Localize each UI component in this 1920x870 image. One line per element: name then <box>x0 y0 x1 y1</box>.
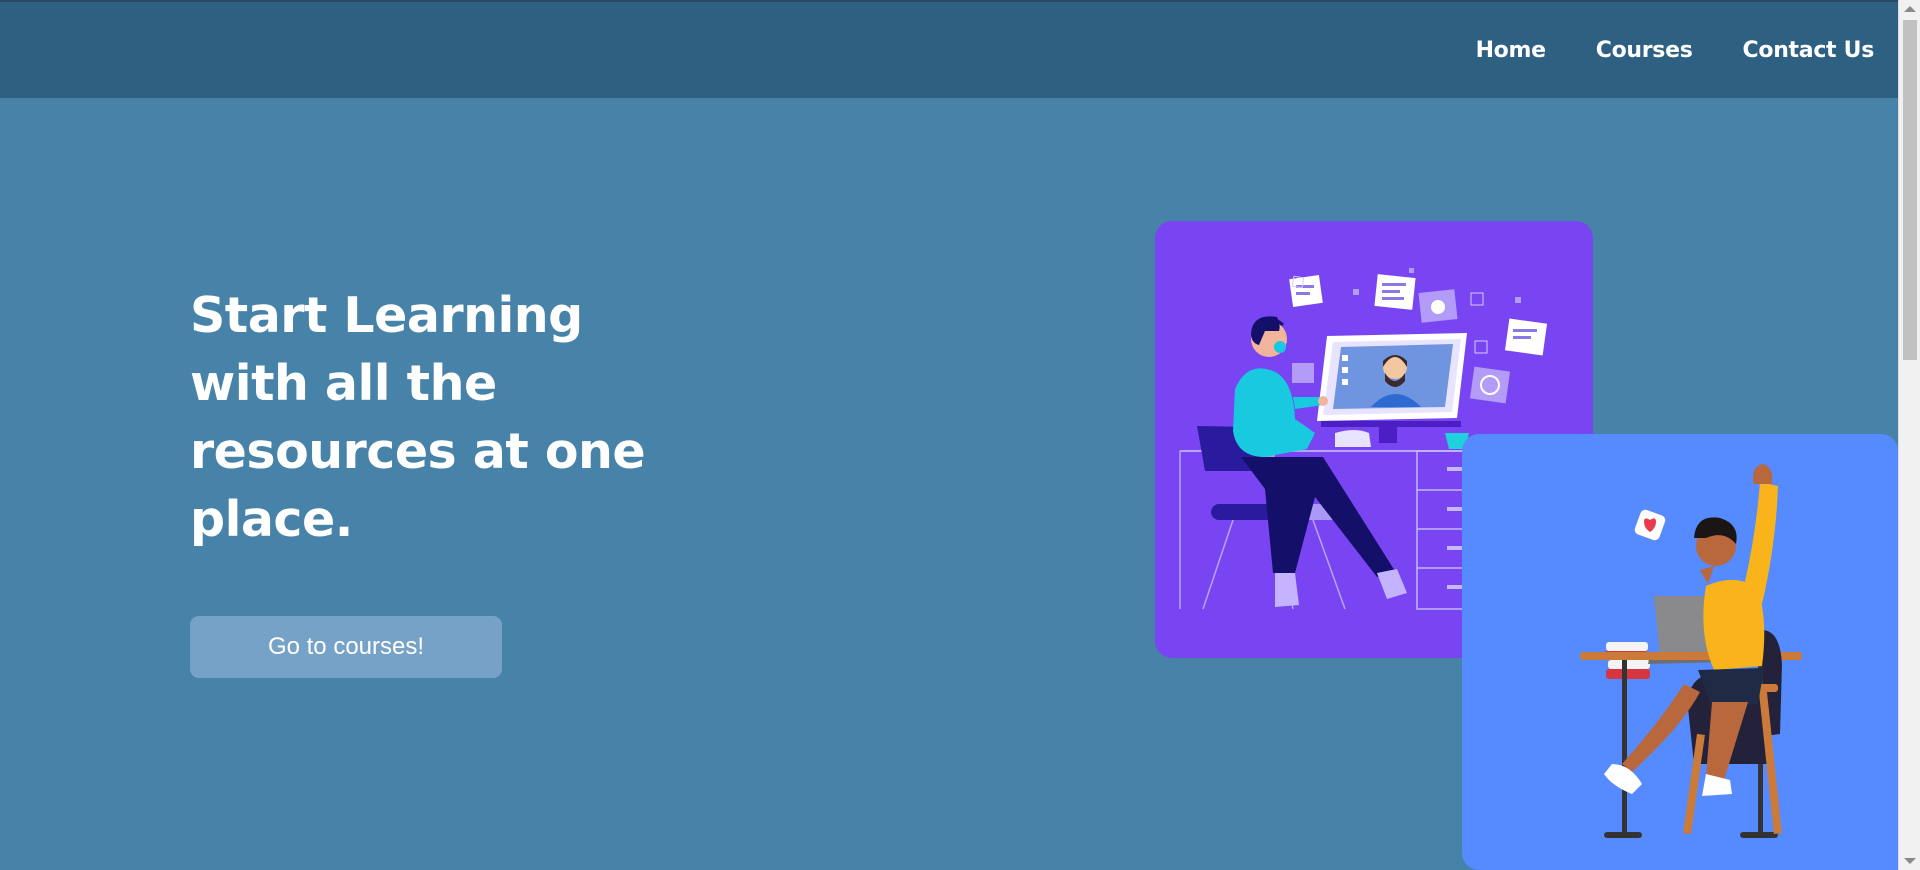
scroll-thumb[interactable] <box>1903 20 1917 360</box>
go-to-courses-button[interactable]: Go to courses! <box>190 616 502 678</box>
nav-link-home[interactable]: Home <box>1476 38 1546 63</box>
nav-link-courses[interactable]: Courses <box>1596 38 1693 63</box>
vertical-scrollbar[interactable] <box>1898 0 1920 870</box>
scroll-down-arrow-icon[interactable] <box>1904 858 1916 864</box>
student-celebrating-illustration <box>1462 434 1898 870</box>
nav-links: Home Courses Contact Us <box>1476 2 1875 98</box>
scroll-up-arrow-icon[interactable] <box>1904 6 1916 12</box>
nav-link-contact-us[interactable]: Contact Us <box>1743 38 1875 63</box>
navbar: Home Courses Contact Us <box>0 2 1898 98</box>
hero-title: Start Learning with all the resources at… <box>190 287 646 548</box>
